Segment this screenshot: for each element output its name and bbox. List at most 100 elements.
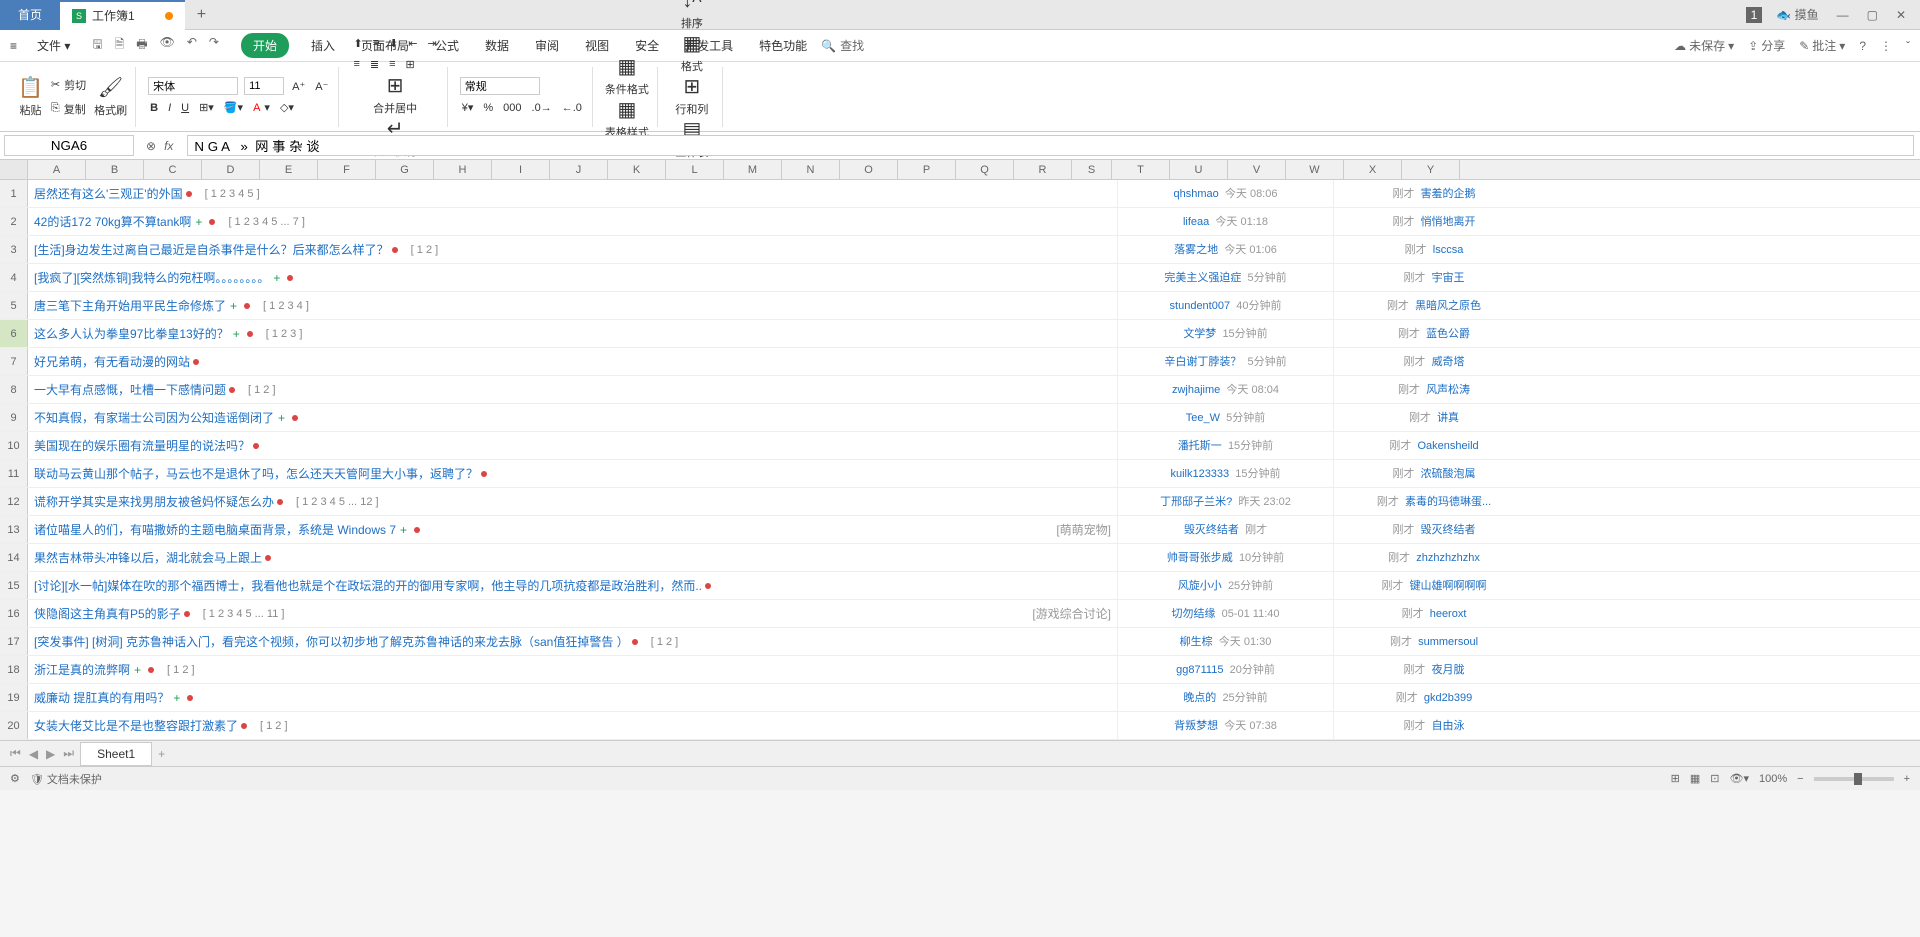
row-header[interactable]: 9 — [0, 404, 28, 431]
topic-cell[interactable]: [突发事件] [树洞] 克苏鲁神话入门，看完这个视频，你可以初步地了解克苏鲁神话… — [28, 628, 1118, 655]
help-icon[interactable]: ? — [1859, 37, 1866, 54]
topic-cell[interactable]: 42的话172 70kg算不算tank啊 + [ 1 2 3 4 5 ... 7… — [28, 208, 1118, 235]
menu-tab-1[interactable]: 插入 — [307, 33, 339, 58]
topic-cell[interactable]: 谎称开学其实是来找男朋友被爸妈怀疑怎么办 [ 1 2 3 4 5 ... 12 … — [28, 488, 1118, 515]
zoom-in-icon[interactable]: + — [1904, 773, 1910, 785]
topic-link[interactable]: 42的话172 70kg算不算tank啊 — [34, 213, 191, 230]
topic-link[interactable]: 女装大佬艾比是不是也整容跟打激素了 — [34, 717, 238, 734]
align-top-icon[interactable]: ⬆ — [351, 35, 364, 52]
tab-workbook[interactable]: S 工作簿1 — [60, 0, 185, 30]
menu-search[interactable]: 🔍 查找 — [821, 37, 864, 54]
copy-button[interactable]: ⎘ 复制 — [49, 99, 88, 119]
replier-link[interactable]: 蓝色公爵 — [1426, 328, 1470, 340]
col-header[interactable]: P — [898, 160, 956, 179]
replier-link[interactable]: Oakensheild — [1417, 440, 1478, 452]
replier-link[interactable]: 风声松涛 — [1426, 384, 1470, 396]
replier-link[interactable]: 讲真 — [1437, 412, 1459, 424]
replier-link[interactable]: heeroxt — [1430, 608, 1467, 620]
row-header[interactable]: 16 — [0, 600, 28, 627]
author-link[interactable]: 帅哥哥张步威 — [1167, 552, 1233, 564]
cut-button[interactable]: ✂ 剪切 — [49, 75, 88, 95]
align-bottom-icon[interactable]: ⬇ — [387, 35, 400, 52]
minimize-icon[interactable]: — — [1833, 4, 1853, 26]
menu-file[interactable]: 文件 ▾ — [27, 33, 80, 58]
topic-link[interactable]: 侠隐阁这主角真有P5的影子 — [34, 605, 181, 622]
topic-link[interactable]: 不知真假，有家瑞士公司因为公知造谣倒闭了 — [34, 409, 274, 426]
page-links[interactable]: [ 1 2 3 4 5 ... 11 ] — [203, 608, 285, 620]
replier-link[interactable]: 害羞的企鹅 — [1421, 188, 1476, 200]
author-link[interactable]: zwjhajime — [1172, 384, 1220, 396]
page-links[interactable]: [ 1 2 3 4 5 ... 12 ] — [296, 496, 379, 508]
row-header[interactable]: 14 — [0, 544, 28, 571]
moyu-button[interactable]: 🐟 摸鱼 — [1772, 2, 1822, 27]
format-painter-button[interactable]: 🖌格式刷 — [94, 75, 127, 119]
justify-icon[interactable]: ⊞ — [404, 56, 417, 73]
author-link[interactable]: stundent007 — [1170, 300, 1231, 312]
replier-link[interactable]: 悄悄地离开 — [1421, 216, 1476, 228]
zoom-slider[interactable] — [1814, 777, 1894, 781]
decimal-dec-icon[interactable]: ←.0 — [560, 99, 584, 116]
row-header[interactable]: 18 — [0, 656, 28, 683]
topic-cell[interactable]: 美国现在的娱乐圈有流量明星的说法吗？ — [28, 432, 1118, 459]
author-link[interactable]: gg871115 — [1176, 664, 1223, 676]
zoom-out-icon[interactable]: − — [1797, 773, 1803, 785]
table-style-button[interactable]: ▦表格样式 — [605, 97, 649, 140]
format-button[interactable]: ▦格式 — [681, 31, 703, 74]
col-header[interactable]: U — [1170, 160, 1228, 179]
sheet-add-icon[interactable]: + — [156, 745, 167, 763]
share-button[interactable]: ⇪ 分享 — [1748, 37, 1785, 54]
sheet-tab[interactable]: Sheet1 — [80, 742, 152, 766]
author-link[interactable]: 切勿结缘 — [1171, 608, 1215, 620]
align-left-icon[interactable]: ≡ — [351, 56, 361, 73]
row-header[interactable]: 13 — [0, 516, 28, 543]
topic-link[interactable]: [讨论][水一帖]媒体在吹的那个福西博士，我看他也就是个在政坛混的开的御用专家啊… — [34, 577, 702, 594]
col-header[interactable]: R — [1014, 160, 1072, 179]
author-link[interactable]: lifeaa — [1183, 216, 1209, 228]
tab-new[interactable]: + — [185, 6, 218, 24]
print-icon[interactable]: 🖶 — [134, 33, 149, 58]
author-link[interactable]: 毁灭终结者 — [1184, 524, 1239, 536]
author-link[interactable]: 完美主义强迫症 — [1164, 272, 1241, 284]
replier-link[interactable]: 黑暗风之原色 — [1415, 300, 1481, 312]
topic-link[interactable]: 果然吉林带头冲锋以后，湖北就会马上跟上 — [34, 549, 262, 566]
topic-cell[interactable]: 好兄弟萌，有无看动漫的网站 — [28, 348, 1118, 375]
menu-tab-9[interactable]: 特色功能 — [755, 33, 811, 58]
close-icon[interactable]: ✕ — [1892, 4, 1910, 26]
sheet-nav-first-icon[interactable]: ⏮ — [8, 744, 23, 763]
replier-link[interactable]: 威奇塔 — [1432, 356, 1465, 368]
col-header[interactable]: M — [724, 160, 782, 179]
col-header[interactable]: X — [1344, 160, 1402, 179]
font-family-select[interactable] — [148, 77, 238, 95]
paste-button[interactable]: 📋粘贴 — [18, 75, 43, 119]
row-header[interactable]: 19 — [0, 684, 28, 711]
border-icon[interactable]: ⊞▾ — [197, 99, 216, 116]
topic-cell[interactable]: 侠隐阁这主角真有P5的影子 [ 1 2 3 4 5 ... 11 ][游戏综合讨… — [28, 600, 1118, 627]
author-link[interactable]: 辛白谢丁脖装？ — [1164, 356, 1241, 368]
name-box[interactable] — [4, 135, 134, 156]
row-header[interactable]: 6 — [0, 320, 28, 347]
topic-link[interactable]: 一大早有点感慨，吐槽一下感情问题 — [34, 381, 226, 398]
replier-link[interactable]: 素毒的玛德琳蛋... — [1405, 496, 1491, 508]
topic-cell[interactable]: [讨论][水一帖]媒体在吹的那个福西博士，我看他也就是个在政坛混的开的御用专家啊… — [28, 572, 1118, 599]
row-header[interactable]: 7 — [0, 348, 28, 375]
col-header[interactable]: J — [550, 160, 608, 179]
author-link[interactable]: 柳生棕 — [1180, 636, 1213, 648]
col-header[interactable]: S — [1072, 160, 1112, 179]
author-link[interactable]: 背叛梦想 — [1174, 720, 1218, 732]
topic-cell[interactable]: 威廉动 提肛真的有用吗？ + — [28, 684, 1118, 711]
page-links[interactable]: [ 1 2 ] — [411, 244, 439, 256]
col-header[interactable]: N — [782, 160, 840, 179]
col-header[interactable]: Y — [1402, 160, 1460, 179]
zoom-value[interactable]: 100% — [1759, 773, 1787, 785]
number-format-select[interactable] — [460, 77, 540, 95]
topic-link[interactable]: 好兄弟萌，有无看动漫的网站 — [34, 353, 190, 370]
italic-icon[interactable]: I — [166, 99, 173, 116]
author-link[interactable]: kuilk123333 — [1170, 468, 1229, 480]
unsaved-button[interactable]: ☁ 未保存 ▾ — [1674, 37, 1734, 54]
row-header[interactable]: 1 — [0, 180, 28, 207]
align-middle-icon[interactable]: ≡ — [371, 35, 381, 52]
indent-left-icon[interactable]: ⇤ — [406, 35, 419, 52]
font-color-icon[interactable]: A▾ — [251, 99, 272, 116]
col-header[interactable]: F — [318, 160, 376, 179]
maximize-icon[interactable]: ▢ — [1863, 4, 1882, 26]
